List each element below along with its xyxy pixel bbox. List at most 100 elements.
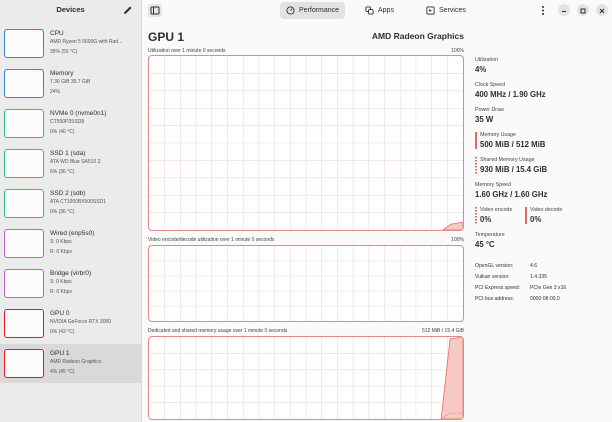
gauge-icon: [286, 6, 295, 15]
maximize-button[interactable]: [577, 4, 589, 16]
info-pcie-value: PCIe Gen 3 x16: [530, 285, 567, 291]
info-opengl: OpenGL version: 4.6: [475, 263, 537, 269]
maximize-icon: [580, 8, 586, 14]
more-options-icon[interactable]: [537, 5, 549, 16]
stat-clock-label: Clock Speed: [475, 82, 506, 88]
stat-power-draw: Power Draw 35 W: [475, 106, 504, 125]
tab-apps[interactable]: Apps: [359, 2, 400, 19]
device-thumbnail: [4, 349, 44, 378]
sidebar-item-wired-5[interactable]: Wired (enp5s0) S: 0 Kbps R: 0 Kbps: [0, 224, 141, 264]
device-text: SSD 2 (sdb) ATA CT1000BX500SSD1 0% (36 °C): [50, 189, 137, 217]
device-status: R: 0 Kbps: [50, 248, 72, 255]
info-bus-key: PCI bus address:: [475, 296, 515, 302]
close-button[interactable]: [596, 4, 608, 16]
device-detail: ATA CT1000BX500SSD1: [50, 199, 106, 205]
utilization-graph-max: 100%: [451, 48, 464, 54]
stat-temp-label: Temperature: [475, 232, 505, 238]
sidebar-item-bridge-6[interactable]: Bridge (virbr0) S: 0 Kbps R: 0 Kbps: [0, 264, 141, 304]
tab-performance[interactable]: Performance: [280, 2, 346, 19]
sidebar-item-memory-1[interactable]: Memory 7.36 GiB 30.7 GiB 24%: [0, 64, 141, 104]
device-text: SSD 1 (sda) ATA WD Blue SA510 2. 6% (36 °C…: [50, 149, 137, 177]
device-detail: 7.36 GiB 30.7 GiB: [50, 79, 91, 85]
device-thumbnail: [4, 269, 44, 298]
device-detail: CT500P3SSD8: [50, 119, 85, 125]
device-detail: NVIDIA GeForce RTX 3060: [50, 319, 112, 325]
memory-usage-graph: [148, 336, 464, 420]
sidebar-item-nvme-2[interactable]: NVMe 0 (nvme0n1) CT500P3SSD8 0% (40 °C): [0, 104, 141, 144]
info-bus-value: 0000:08:00.0: [530, 296, 560, 302]
stat-clock-speed: Clock Speed 400 MHz / 1.90 GHz: [475, 81, 546, 100]
device-thumbnail: [4, 309, 44, 338]
tab-apps-label: Apps: [378, 7, 394, 14]
tab-services[interactable]: Services: [420, 2, 472, 19]
minimize-icon: [562, 11, 566, 12]
tab-services-label: Services: [439, 7, 466, 14]
device-name: GPU 1: [50, 350, 70, 357]
device-thumbnail: [4, 229, 44, 258]
info-vulkan-value: 1.4.335: [530, 274, 547, 280]
sidebar-item-gpu-7[interactable]: GPU 0 NVIDIA GeForce RTX 3060 0% (43 °C): [0, 304, 141, 344]
toggle-sidebar-button[interactable]: [148, 4, 162, 17]
stat-power-label: Power Draw: [475, 107, 504, 113]
stat-memory-usage: Memory Usage 500 MiB / 512 MiB: [475, 131, 545, 150]
sidebar-toggle-icon: [150, 6, 160, 15]
sidebar-title: Devices: [56, 5, 85, 14]
info-vulkan: Vulkan version: 1.4.335: [475, 274, 547, 280]
stat-memspeed-label: Memory Speed: [475, 182, 511, 188]
info-opengl-value: 4.6: [530, 263, 538, 269]
stat-memory-value: 500 MiB / 512 MiB: [480, 140, 546, 149]
stat-utilization-label: Utilization: [475, 57, 498, 63]
gpu-detail-panel: GPU 1 AMD Radeon Graphics Utilization ov…: [142, 22, 612, 422]
stat-shared-value: 930 MiB / 15.4 GiB: [480, 165, 548, 174]
device-thumbnail: [4, 69, 44, 98]
edit-icon[interactable]: [123, 5, 133, 15]
stat-utilization-value: 4%: [475, 65, 487, 74]
sidebar-item-ssd-3[interactable]: SSD 1 (sda) ATA WD Blue SA510 2. 6% (36 °C…: [0, 144, 141, 184]
device-text: Memory 7.36 GiB 30.7 GiB 24%: [50, 69, 137, 97]
device-text: CPU AMD Ryzen 5 5600G with Rad... 35% (55 …: [50, 29, 137, 57]
services-icon: [426, 6, 435, 15]
stat-vdec-label: Video decode: [530, 207, 563, 213]
device-thumbnail: [4, 189, 44, 218]
device-status: R: 0 Kbps: [50, 288, 72, 295]
stat-vdec-value: 0%: [530, 215, 542, 224]
video-encode-decode-graph: [148, 245, 464, 322]
device-thumbnail: [4, 109, 44, 138]
stat-venc-label: Video encode: [480, 207, 513, 213]
device-status: 4% (45 °C): [50, 368, 75, 375]
page-title: GPU 1: [148, 30, 185, 44]
device-name: SSD 2 (sdb): [50, 190, 86, 197]
device-name: SSD 1 (sda): [50, 150, 86, 157]
stat-venc-value: 0%: [480, 215, 492, 224]
device-detail: S: 0 Kbps: [50, 239, 72, 245]
device-detail: ATA WD Blue SA510 2.: [50, 159, 102, 165]
stat-memspeed-value: 1.60 GHz / 1.60 GHz: [475, 190, 548, 199]
minimize-button[interactable]: [558, 4, 570, 16]
stat-shared-memory: Shared Memory Usage 930 MiB / 15.4 GiB: [475, 156, 547, 175]
info-pcie-speed: PCI Express speed: PCIe Gen 3 x16: [475, 285, 566, 291]
device-detail: AMD Ryzen 5 5600G with Rad...: [50, 39, 123, 45]
stat-utilization: Utilization 4%: [475, 56, 498, 75]
sidebar-item-cpu-0[interactable]: CPU AMD Ryzen 5 5600G with Rad... 35% (55 …: [0, 24, 141, 64]
device-name: NVMe 0 (nvme0n1): [50, 110, 107, 117]
device-status: 35% (55 °C): [50, 48, 78, 55]
device-text: NVMe 0 (nvme0n1) CT500P3SSD8 0% (40 °C): [50, 109, 137, 137]
device-status: 0% (40 °C): [50, 128, 75, 135]
stat-power-value: 35 W: [475, 115, 494, 124]
device-text: Bridge (virbr0) S: 0 Kbps R: 0 Kbps: [50, 269, 137, 297]
device-text: Wired (enp5s0) S: 0 Kbps R: 0 Kbps: [50, 229, 137, 257]
sidebar-header: Devices: [0, 0, 141, 22]
stat-memory-speed: Memory Speed 1.60 GHz / 1.60 GHz: [475, 181, 547, 200]
device-detail: AMD Radeon Graphics: [50, 359, 102, 365]
sidebar-item-ssd-4[interactable]: SSD 2 (sdb) ATA CT1000BX500SSD1 0% (36 °C): [0, 184, 141, 224]
info-vulkan-key: Vulkan version:: [475, 274, 510, 280]
sidebar-item-gpu-8[interactable]: GPU 1 AMD Radeon Graphics 4% (45 °C): [0, 344, 141, 383]
device-thumbnail: [4, 149, 44, 178]
close-icon: [599, 8, 605, 14]
device-name: Bridge (virbr0): [50, 270, 92, 277]
stat-temp-value: 45 °C: [475, 240, 495, 249]
utilization-series: [442, 221, 463, 230]
header-bar: Performance Apps Services: [142, 0, 612, 22]
stat-clock-value: 400 MHz / 1.90 GHz: [475, 90, 546, 99]
memory-graph-label: Dedicated and shared memory usage over 1…: [148, 328, 288, 334]
